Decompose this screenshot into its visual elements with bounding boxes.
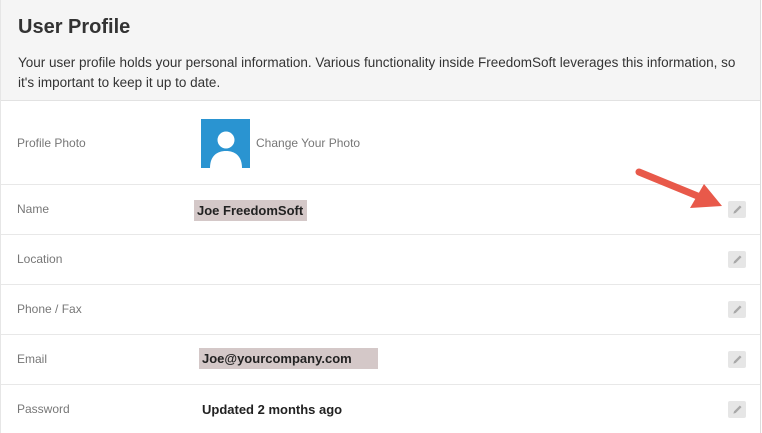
pencil-icon [732, 205, 742, 214]
password-label: Password [17, 402, 70, 416]
name-value: Joe FreedomSoft [194, 200, 308, 221]
password-value: Updated 2 months ago [202, 402, 343, 417]
edit-name-button[interactable] [728, 201, 746, 218]
email-row: Email Joe@yourcompany.com [1, 335, 760, 385]
red-arrow-icon [635, 168, 722, 208]
page-description: Your user profile holds your personal in… [18, 55, 736, 90]
password-row: Password Updated 2 months ago [1, 385, 760, 433]
pencil-icon [732, 405, 742, 414]
phone-row: Phone / Fax [1, 285, 760, 335]
edit-phone-button[interactable] [728, 301, 746, 318]
email-value: Joe@yourcompany.com [199, 348, 378, 369]
page-title: User Profile [18, 16, 131, 38]
email-label: Email [17, 352, 48, 366]
location-label: Location [17, 252, 63, 266]
pencil-icon [732, 305, 742, 314]
edit-email-button[interactable] [728, 351, 746, 368]
phone-label: Phone / Fax [17, 302, 82, 316]
edit-location-button[interactable] [728, 251, 746, 268]
pencil-icon [732, 355, 742, 364]
location-row: Location [1, 235, 760, 285]
edit-password-button[interactable] [728, 401, 746, 418]
user-silhouette-icon [209, 131, 242, 168]
name-label: Name [17, 202, 50, 216]
profile-photo-label: Profile Photo [17, 136, 86, 150]
profile-header: User Profile Your user profile holds you… [1, 0, 760, 101]
pencil-icon [732, 255, 742, 264]
avatar[interactable] [201, 119, 250, 168]
change-photo-link[interactable]: Change Your Photo [256, 136, 360, 150]
